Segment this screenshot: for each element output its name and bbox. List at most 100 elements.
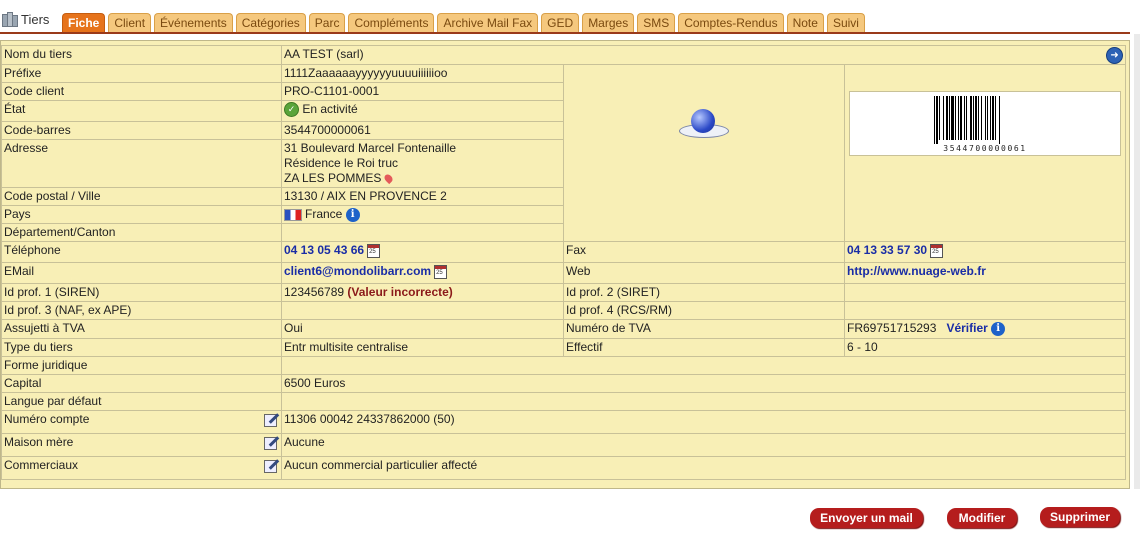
table-row: Nom du tiers AA TEST (sarl) ➜	[1, 45, 1127, 65]
field-value: Entr multisite centralise	[281, 338, 564, 357]
tab-note[interactable]: Note	[786, 13, 824, 32]
verify-vat-link[interactable]: Vérifier	[946, 321, 987, 335]
module-title-label: Tiers	[21, 12, 50, 27]
table-row: Assujetti à TVA Oui Numéro de TVA FR6975…	[1, 319, 1127, 339]
tab-underline	[0, 32, 1130, 34]
tab-archive-mail-fax[interactable]: Archive Mail Fax	[437, 13, 539, 32]
website-link[interactable]: http://www.nuage-web.fr	[847, 264, 986, 278]
tab-client[interactable]: Client	[108, 13, 152, 32]
field-label: Numéro de TVA	[563, 319, 845, 339]
siren-warning: (Valeur incorrecte)	[347, 285, 453, 299]
field-value: PRO-C1101-0001	[281, 82, 564, 101]
field-label: État	[1, 100, 282, 122]
logo-cell	[563, 64, 845, 242]
field-label: Code postal / Ville	[1, 187, 282, 206]
field-value: 1111Zaaaaaayyyyyyuuuuiiiiiioo	[281, 64, 564, 83]
sales-reps-label: Commerciaux	[4, 458, 79, 472]
field-label: Préfixe	[1, 64, 282, 83]
tab-suivi[interactable]: Suivi	[826, 13, 865, 32]
delete-button[interactable]: Supprimer	[1040, 507, 1120, 527]
table-row: Maison mère Aucune	[1, 433, 1127, 457]
books-icon	[2, 11, 18, 27]
tab-marges[interactable]: Marges	[582, 13, 635, 32]
tab-bar: Fiche Client Événements Catégories Parc Compl…	[62, 13, 865, 32]
table-row: Commerciaux Aucun commercial particulier…	[1, 456, 1127, 480]
field-value: 123456789 (Valeur incorrecte)	[281, 283, 564, 302]
table-row: Type du tiers Entr multisite centralise …	[1, 338, 1127, 357]
barcode-digits: 3544700000061	[932, 144, 1038, 153]
tab-categories[interactable]: Catégories	[235, 13, 306, 32]
table-row: Capital 6500 Euros	[1, 374, 1127, 393]
tab-fiche[interactable]: Fiche	[62, 13, 106, 32]
scrollbar[interactable]	[1134, 34, 1140, 489]
agenda-icon[interactable]	[367, 243, 381, 258]
address-line: ZA LES POMMES	[284, 171, 382, 185]
field-label: Type du tiers	[1, 338, 282, 357]
field-value: AA TEST (sarl) ➜	[280, 45, 1127, 65]
tab-complements[interactable]: Compléments	[348, 13, 435, 32]
agenda-icon[interactable]	[930, 243, 944, 258]
field-value	[280, 356, 1127, 375]
table-row: Id prof. 3 (NAF, ex APE) Id prof. 4 (RCS…	[1, 301, 1127, 320]
field-label: EMail	[1, 262, 282, 284]
next-record-icon[interactable]: ➜	[1106, 47, 1124, 64]
field-value: 04 13 33 57 30	[843, 241, 1127, 263]
address-value: 31 Boulevard Marcel Fontenaille Résidenc…	[281, 139, 564, 188]
siren-value: 123456789	[284, 285, 345, 299]
field-value: http://www.nuage-web.fr	[843, 262, 1127, 284]
field-value	[281, 301, 564, 320]
modify-button[interactable]: Modifier	[947, 508, 1017, 528]
agenda-icon[interactable]	[434, 264, 448, 279]
details-table: Nom du tiers AA TEST (sarl) ➜ Préfixe 11…	[1, 45, 1127, 480]
address-line: 31 Boulevard Marcel Fontenaille	[284, 141, 457, 155]
barcode-frame: 3544700000061	[849, 91, 1121, 156]
tab-sms[interactable]: SMS	[637, 13, 676, 32]
field-value: 6 - 10	[843, 338, 1127, 357]
field-label: Id prof. 4 (RCS/RM)	[563, 301, 845, 320]
france-flag-icon	[284, 208, 302, 221]
module-title: Tiers	[2, 11, 50, 27]
field-label: Id prof. 3 (NAF, ex APE)	[1, 301, 282, 320]
company-logo-icon	[679, 107, 729, 141]
field-value: 04 13 05 43 66	[281, 241, 564, 263]
field-value: 6500 Euros	[280, 374, 1127, 393]
table-row: Préfixe 1111Zaaaaaayyyyyyuuuuiiiiiioo 35…	[1, 64, 1127, 242]
email-link[interactable]: client6@mondolibarr.com	[284, 264, 431, 278]
tab-ged[interactable]: GED	[541, 13, 580, 32]
fax-link[interactable]: 04 13 33 57 30	[847, 243, 927, 257]
table-row: Téléphone 04 13 05 43 66 Fax 04 13 33 57…	[1, 241, 1127, 263]
field-label: Code-barres	[1, 121, 282, 140]
field-label: Langue par défaut	[1, 392, 282, 411]
table-row: Numéro compte 11306 00042 24337862000 (5…	[1, 410, 1127, 434]
edit-icon[interactable]	[263, 412, 279, 427]
field-value	[843, 283, 1127, 302]
tab-parc[interactable]: Parc	[308, 13, 346, 32]
send-mail-button[interactable]: Envoyer un mail	[810, 508, 923, 528]
field-value: client6@mondolibarr.com	[281, 262, 564, 284]
field-label: Pays	[1, 205, 282, 224]
parent-company-label: Maison mère	[4, 435, 74, 449]
map-pin-icon[interactable]	[383, 173, 395, 185]
field-value: Aucun commercial particulier affecté	[280, 456, 1127, 480]
field-value: 11306 00042 24337862000 (50)	[280, 410, 1127, 434]
account-label: Numéro compte	[4, 412, 90, 426]
field-value: 13130 / AIX EN PROVENCE 2	[281, 187, 564, 206]
address-line: Résidence le Roi truc	[284, 156, 399, 170]
edit-icon[interactable]	[263, 458, 279, 473]
field-label: Nom du tiers	[1, 45, 282, 65]
info-icon[interactable]: i	[991, 321, 1006, 336]
edit-icon[interactable]	[263, 435, 279, 450]
field-label: Département/Canton	[1, 223, 282, 242]
field-label: Adresse	[1, 139, 282, 188]
field-label: Commerciaux	[1, 456, 282, 480]
field-label: Effectif	[563, 338, 845, 357]
field-label: Forme juridique	[1, 356, 282, 375]
info-icon[interactable]: i	[345, 207, 360, 222]
field-label: Capital	[1, 374, 282, 393]
tab-evenements[interactable]: Événements	[154, 13, 233, 32]
tab-comptes-rendus[interactable]: Comptes-Rendus	[678, 13, 784, 32]
field-value: FR69751715293 Vérifier i	[843, 319, 1127, 339]
field-label: Assujetti à TVA	[1, 319, 282, 339]
barcode-bars	[934, 96, 1000, 146]
phone-link[interactable]: 04 13 05 43 66	[284, 243, 364, 257]
